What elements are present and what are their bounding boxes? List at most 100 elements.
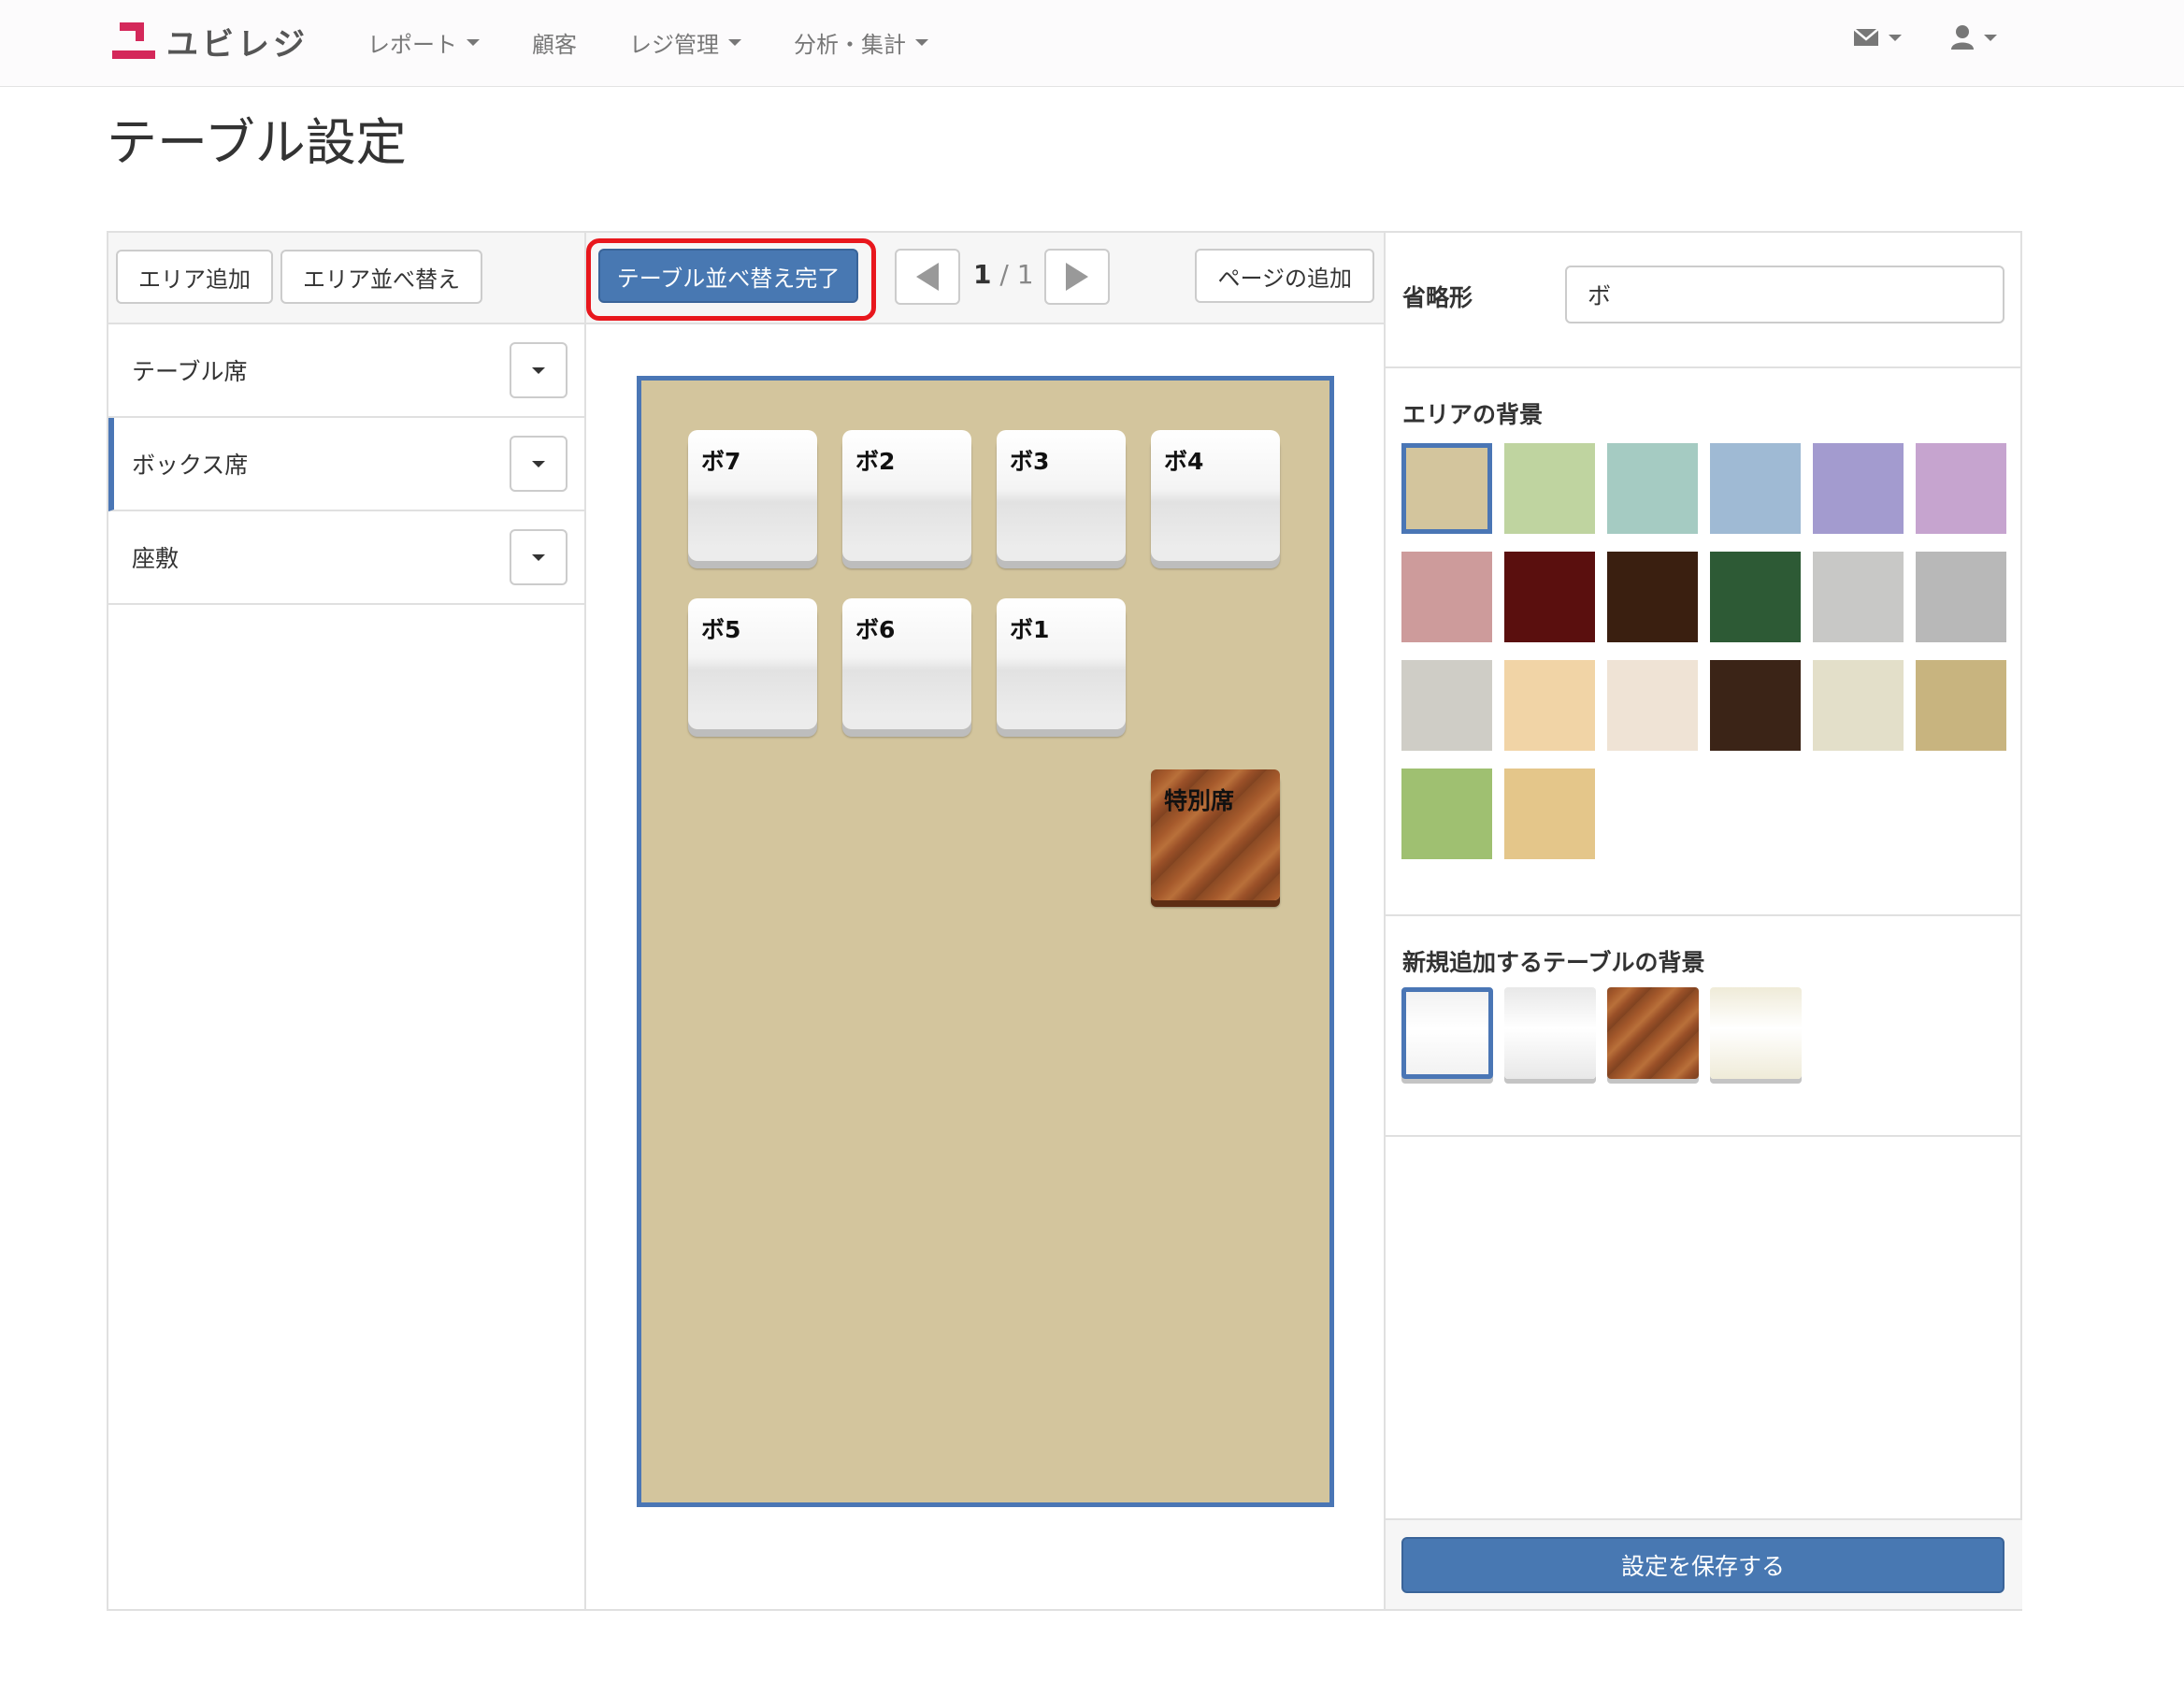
table-background-section: 新規追加するテーブルの背景	[1386, 916, 2022, 1137]
area-background-swatch[interactable]	[1607, 443, 1698, 534]
area-background-swatch[interactable]	[1710, 552, 1801, 642]
user-icon	[1951, 25, 1974, 50]
area-dropdown-button[interactable]	[510, 342, 568, 398]
sort-area-button[interactable]: エリア並べ替え	[280, 250, 482, 304]
page-title: テーブル設定	[107, 113, 407, 172]
area-canvas[interactable]: ボ7 ボ2 ボ3 ボ4 ボ5 ボ6 ボ1 特別席	[637, 376, 1334, 1507]
area-item-label: ボックス席	[132, 452, 249, 479]
add-page-button[interactable]: ページの追加	[1195, 249, 1374, 303]
area-background-swatch[interactable]	[1813, 443, 1904, 534]
area-background-swatch[interactable]	[1504, 660, 1595, 751]
triangle-right-icon	[1066, 263, 1088, 291]
area-background-swatch[interactable]	[1504, 552, 1595, 642]
nav-item-customer[interactable]: 顧客	[532, 26, 577, 59]
table-tile[interactable]: ボ2	[842, 430, 971, 561]
area-background-section: エリアの背景	[1386, 368, 2022, 916]
area-item-zashiki[interactable]: 座敷	[108, 511, 584, 605]
table-background-swatch[interactable]	[1504, 987, 1596, 1079]
brand-name: ユビレジ	[166, 25, 309, 64]
envelope-icon	[1853, 28, 1879, 46]
area-dropdown-button[interactable]	[510, 529, 568, 585]
table-tile[interactable]: ボ7	[688, 430, 817, 561]
top-navbar: ユビレジ レポート 顧客 レジ管理 分析・集計	[0, 0, 2184, 87]
area-background-swatch[interactable]	[1607, 660, 1698, 751]
area-background-swatch[interactable]	[1916, 552, 2006, 642]
area-background-swatch[interactable]	[1401, 443, 1492, 534]
area-item-label: 座敷	[132, 545, 180, 572]
area-list-panel: エリア追加 エリア並べ替え テーブル席 ボックス席 座敷	[108, 233, 586, 1609]
area-background-swatch[interactable]	[1504, 443, 1595, 534]
abbreviation-row: 省略形	[1386, 233, 2022, 368]
save-settings-button[interactable]: 設定を保存する	[1401, 1537, 2004, 1593]
table-tile[interactable]: ボ1	[997, 598, 1126, 729]
triangle-left-icon	[916, 263, 939, 291]
table-background-swatch[interactable]	[1607, 987, 1699, 1079]
nav-item-label: レジ管理	[629, 32, 719, 58]
table-background-swatch[interactable]	[1710, 987, 1802, 1079]
caret-down-icon	[1984, 34, 1997, 41]
add-area-button[interactable]: エリア追加	[116, 250, 273, 304]
save-footer: 設定を保存する	[1386, 1518, 2022, 1609]
area-item-label: テーブル席	[132, 358, 248, 385]
area-background-swatch[interactable]	[1504, 769, 1595, 859]
area-background-swatch[interactable]	[1710, 443, 1801, 534]
table-background-title: 新規追加するテーブルの背景	[1402, 949, 1705, 976]
abbreviation-input[interactable]	[1565, 266, 2004, 323]
nav-item-report[interactable]: レポート	[367, 26, 480, 59]
area-background-swatch[interactable]	[1916, 443, 2006, 534]
table-label: 特別席	[1164, 787, 1235, 814]
nav-item-register[interactable]: レジ管理	[629, 26, 741, 59]
area-item-box-seats[interactable]: ボックス席	[108, 418, 584, 511]
table-label: ボ6	[855, 616, 896, 643]
area-background-swatch[interactable]	[1710, 660, 1801, 751]
area-background-swatch[interactable]	[1813, 552, 1904, 642]
logo-mark-icon	[112, 21, 155, 62]
caret-down-icon	[728, 39, 741, 46]
nav-item-analysis[interactable]: 分析・集計	[794, 26, 928, 59]
layout-editor-panel: テーブル並べ替え完了 1 / 1 ページの追加 ボ7 ボ2 ボ3 ボ4 ボ5 ボ…	[586, 233, 1386, 1609]
area-background-swatch[interactable]	[1401, 769, 1492, 859]
caret-down-icon	[532, 553, 545, 561]
layout-toolbar: テーブル並べ替え完了 1 / 1 ページの追加	[586, 233, 1384, 324]
table-label: ボ7	[701, 448, 741, 475]
page-indicator: 1 / 1	[973, 259, 1034, 290]
area-background-swatch[interactable]	[1813, 660, 1904, 751]
caret-down-icon	[532, 366, 545, 374]
nav-item-label: レポート	[367, 32, 457, 58]
area-background-swatch[interactable]	[1916, 660, 2006, 751]
table-label: ボ2	[855, 448, 896, 475]
table-label: ボ4	[1164, 448, 1204, 475]
nav-item-label: 分析・集計	[794, 32, 906, 58]
nav-menu: レポート 顧客 レジ管理 分析・集計	[367, 26, 981, 59]
nav-item-label: 顧客	[532, 32, 577, 58]
table-tile[interactable]: ボ3	[997, 430, 1126, 561]
area-item-table-seats[interactable]: テーブル席	[108, 324, 584, 418]
brand-logo[interactable]: ユビレジ	[112, 19, 309, 64]
finish-table-sort-button[interactable]: テーブル並べ替え完了	[598, 249, 858, 303]
user-dropdown[interactable]	[1950, 24, 1997, 50]
table-label: ボ1	[1010, 616, 1050, 643]
area-toolbar: エリア追加 エリア並べ替え	[108, 233, 584, 324]
table-tile[interactable]: ボ5	[688, 598, 817, 729]
area-background-swatch[interactable]	[1401, 660, 1492, 751]
table-tile[interactable]: ボ4	[1151, 430, 1280, 561]
properties-panel: 省略形 エリアの背景 新規追加するテーブルの背景 設定を保存する	[1386, 233, 2022, 1609]
table-settings-panel: エリア追加 エリア並べ替え テーブル席 ボックス席 座敷 テーブル並べ替え完了 …	[107, 231, 2022, 1611]
table-label: ボ3	[1010, 448, 1050, 475]
prev-page-button[interactable]	[895, 249, 960, 305]
caret-down-icon	[467, 39, 480, 46]
next-page-button[interactable]	[1044, 249, 1110, 305]
table-tile[interactable]: ボ6	[842, 598, 971, 729]
messages-dropdown[interactable]	[1853, 24, 1902, 50]
caret-down-icon	[1889, 34, 1902, 41]
page-total: 1	[1016, 259, 1034, 290]
table-tile-wood[interactable]: 特別席	[1151, 769, 1280, 900]
nav-right	[1853, 24, 1997, 50]
area-background-swatch[interactable]	[1401, 552, 1492, 642]
area-background-swatch[interactable]	[1607, 552, 1698, 642]
page-current: 1	[973, 259, 992, 290]
page-separator: /	[999, 259, 1009, 290]
area-dropdown-button[interactable]	[510, 436, 568, 492]
table-label: ボ5	[701, 616, 741, 643]
table-background-swatch[interactable]	[1401, 987, 1493, 1079]
